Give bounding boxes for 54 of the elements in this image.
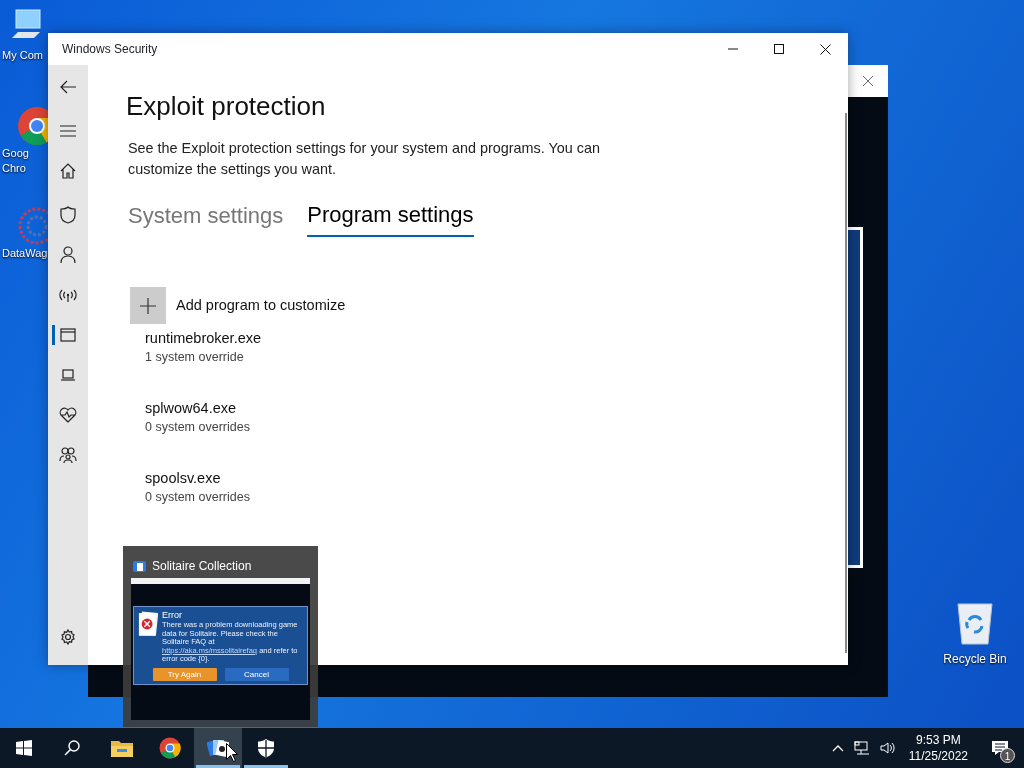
clock-time: 9:53 PM bbox=[915, 732, 962, 748]
shield-icon bbox=[257, 738, 275, 758]
close-icon bbox=[819, 43, 831, 55]
add-button[interactable] bbox=[130, 287, 166, 325]
heart-icon bbox=[59, 407, 77, 423]
wireless-icon bbox=[59, 288, 77, 302]
desktop-icon-label: DataWag bbox=[1, 246, 48, 261]
page-heading: Exploit protection bbox=[126, 91, 327, 123]
network-icon bbox=[853, 741, 870, 755]
program-name[interactable]: runtimebroker.exe bbox=[145, 329, 262, 349]
home-icon bbox=[60, 163, 76, 179]
shield-icon bbox=[60, 206, 76, 224]
desktop-icon-label: Chro bbox=[1, 161, 26, 176]
cancel-button[interactable]: Cancel bbox=[224, 667, 289, 681]
plus-icon bbox=[140, 297, 156, 314]
back-icon bbox=[59, 79, 77, 95]
speaker-icon bbox=[879, 741, 896, 755]
close-icon bbox=[862, 75, 874, 87]
desktop-icon-label: Recycle Bin bbox=[943, 651, 1007, 668]
folder-icon bbox=[111, 739, 133, 757]
family-icon bbox=[59, 447, 77, 463]
override-count: 0 system overrides bbox=[145, 419, 250, 437]
desktop-icon-label: My Com bbox=[1, 48, 43, 63]
cursor-icon bbox=[226, 743, 238, 762]
tab[interactable]: Program settings bbox=[307, 198, 474, 238]
thumbnail-title: Solitaire Collection bbox=[152, 558, 252, 575]
program-name[interactable]: spoolsv.exe bbox=[145, 469, 221, 489]
maximize-icon bbox=[774, 44, 784, 54]
clock[interactable]: 9:53 PM 11/25/2022 bbox=[900, 732, 976, 764]
search-icon bbox=[64, 740, 80, 756]
window-title: Windows Security bbox=[61, 41, 159, 58]
windows-logo-icon bbox=[16, 740, 32, 756]
chrome-icon bbox=[159, 737, 181, 759]
desktop-icon-label: Goog bbox=[1, 146, 29, 161]
override-count: 1 system override bbox=[145, 349, 244, 367]
app-window-icon bbox=[60, 328, 76, 342]
notifications-button[interactable]: 1 bbox=[976, 728, 1024, 768]
tab[interactable]: System settings bbox=[128, 198, 284, 238]
error-card-icon bbox=[138, 610, 158, 638]
recycle-bin-icon[interactable] bbox=[955, 600, 995, 646]
taskbar-button[interactable] bbox=[194, 728, 242, 768]
person-icon bbox=[60, 246, 76, 264]
chevron-up-icon bbox=[831, 744, 844, 752]
settings-icon bbox=[60, 629, 76, 645]
add-program-label[interactable]: Add program to customize bbox=[176, 294, 346, 317]
cards-icon bbox=[133, 559, 146, 573]
clock-date: 11/25/2022 bbox=[908, 748, 968, 764]
description-text: See the Exploit protection settings for your system and programs. You can customize the settings you want. bbox=[128, 139, 601, 180]
program-name[interactable]: splwow64.exe bbox=[145, 399, 237, 419]
menu-icon bbox=[60, 125, 76, 137]
override-count: 0 system overrides bbox=[145, 489, 250, 507]
dialog-title: Error bbox=[162, 610, 183, 620]
notification-count: 1 bbox=[1000, 748, 1015, 763]
laptop-icon bbox=[60, 369, 76, 381]
